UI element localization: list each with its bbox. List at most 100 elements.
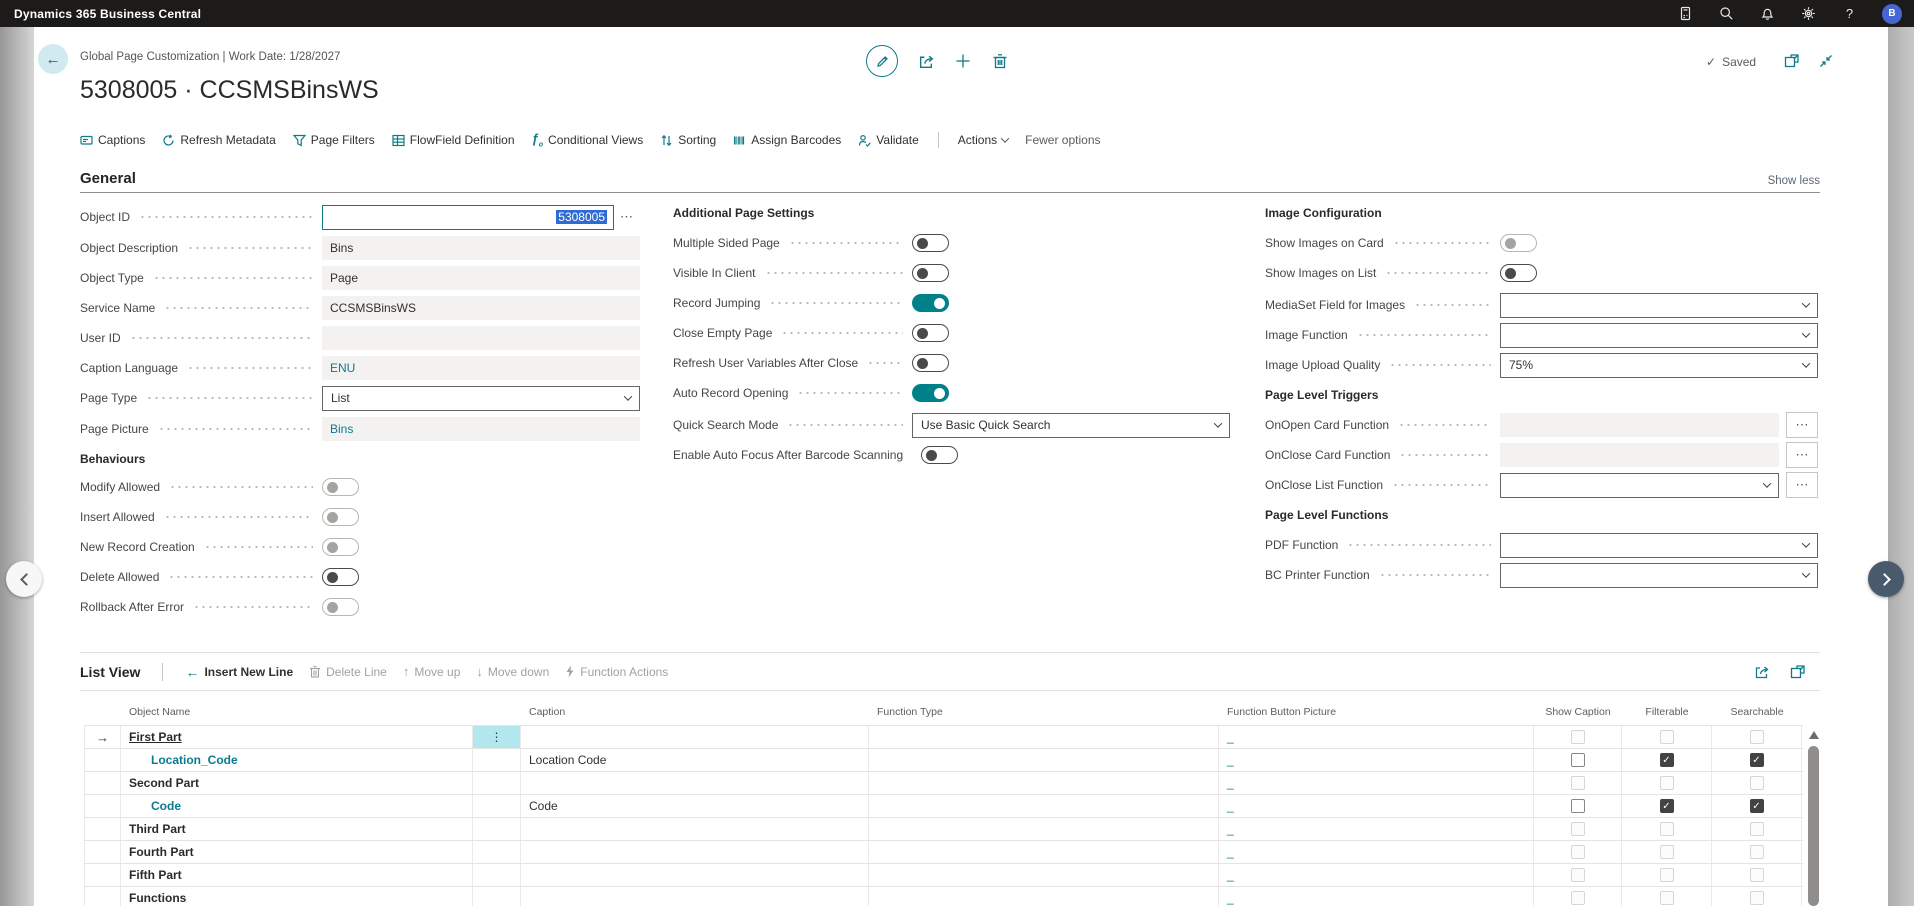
object-name-link[interactable]: Second Part xyxy=(129,776,199,790)
row-options-button[interactable]: ⋮ xyxy=(491,730,503,744)
function-button-picture-link[interactable]: _ xyxy=(1219,772,1534,794)
object-name-link[interactable]: Location_Code xyxy=(129,753,238,767)
new-record-button[interactable] xyxy=(955,53,972,70)
column-header-show-caption[interactable]: Show Caption xyxy=(1534,706,1622,718)
action-conditional-views[interactable]: ƒoConditional Views xyxy=(532,131,644,149)
previous-record-button[interactable] xyxy=(6,561,42,597)
column-header-function-type[interactable]: Function Type xyxy=(869,706,1219,718)
show-caption-checkbox[interactable] xyxy=(1571,868,1585,882)
show-caption-checkbox[interactable] xyxy=(1571,891,1585,905)
search-icon[interactable] xyxy=(1718,5,1735,22)
object-name-link[interactable]: Functions xyxy=(129,891,186,905)
caption-cell[interactable] xyxy=(521,841,869,863)
caption-cell[interactable] xyxy=(521,864,869,886)
function-button-picture-link[interactable]: _ xyxy=(1219,841,1534,863)
column-header-searchable[interactable]: Searchable xyxy=(1712,706,1802,718)
searchable-checkbox[interactable] xyxy=(1750,753,1764,767)
column-header-function-button-picture[interactable]: Function Button Picture xyxy=(1219,706,1534,718)
settings-gear-icon[interactable] xyxy=(1800,5,1817,22)
object-name-link[interactable]: Third Part xyxy=(129,822,186,836)
modify-allowed-toggle[interactable] xyxy=(322,478,359,496)
move-down-button[interactable]: ↓Move down xyxy=(476,665,549,679)
object-id-assist-edit-button[interactable]: ⋯ xyxy=(614,209,640,225)
show-images-on-card-toggle[interactable] xyxy=(1500,234,1537,252)
close-empty-page-toggle[interactable] xyxy=(912,324,949,342)
multiple-sided-page-toggle[interactable] xyxy=(912,234,949,252)
action-sorting[interactable]: Sorting xyxy=(660,133,716,147)
scroll-up-arrow[interactable] xyxy=(1809,731,1819,739)
scrollbar-thumb[interactable] xyxy=(1808,746,1819,906)
auto-record-opening-toggle[interactable] xyxy=(912,384,949,402)
record-jumping-toggle[interactable] xyxy=(912,294,949,312)
caption-cell[interactable] xyxy=(521,772,869,794)
show-caption-checkbox[interactable] xyxy=(1571,753,1585,767)
share-button[interactable] xyxy=(918,53,935,70)
bc-printer-function-combobox[interactable] xyxy=(1500,563,1818,588)
searchable-checkbox[interactable] xyxy=(1750,891,1764,905)
insert-allowed-toggle[interactable] xyxy=(322,508,359,526)
delete-allowed-toggle[interactable] xyxy=(322,568,359,586)
function-type-cell[interactable] xyxy=(869,726,1219,748)
function-type-cell[interactable] xyxy=(869,818,1219,840)
function-type-cell[interactable] xyxy=(869,795,1219,817)
action-actions-menu[interactable]: Actions xyxy=(958,133,1008,147)
show-caption-checkbox[interactable] xyxy=(1571,776,1585,790)
function-type-cell[interactable] xyxy=(869,841,1219,863)
function-button-picture-link[interactable]: _ xyxy=(1219,864,1534,886)
object-name-link[interactable]: First Part xyxy=(129,730,182,744)
searchable-checkbox[interactable] xyxy=(1750,868,1764,882)
caption-cell[interactable] xyxy=(521,887,869,906)
show-caption-checkbox[interactable] xyxy=(1571,822,1585,836)
new-record-creation-toggle[interactable] xyxy=(322,538,359,556)
searchable-checkbox[interactable] xyxy=(1750,776,1764,790)
action-page-filters[interactable]: Page Filters xyxy=(293,133,375,147)
dynamics-pages-icon[interactable] xyxy=(1677,5,1694,22)
show-caption-checkbox[interactable] xyxy=(1571,730,1585,744)
mediaset-combobox[interactable] xyxy=(1500,293,1818,318)
action-assign-barcodes[interactable]: Assign Barcodes xyxy=(733,133,841,147)
function-type-cell[interactable] xyxy=(869,772,1219,794)
back-button[interactable]: ← xyxy=(38,44,68,74)
show-less-link[interactable]: Show less xyxy=(1768,175,1820,187)
help-icon[interactable]: ? xyxy=(1841,5,1858,22)
show-caption-checkbox[interactable] xyxy=(1571,799,1585,813)
filterable-checkbox[interactable] xyxy=(1660,753,1674,767)
auto-focus-barcode-toggle[interactable] xyxy=(921,446,958,464)
caption-cell[interactable] xyxy=(521,726,869,748)
table-scrollbar[interactable] xyxy=(1806,731,1821,906)
filterable-checkbox[interactable] xyxy=(1660,776,1674,790)
image-upload-quality-combobox[interactable]: 75% xyxy=(1500,353,1818,378)
collapse-view-button[interactable] xyxy=(1818,53,1835,70)
next-record-button[interactable] xyxy=(1868,561,1904,597)
function-actions-button[interactable]: Function Actions xyxy=(565,665,668,679)
object-name-link[interactable]: Fifth Part xyxy=(129,868,182,882)
filterable-checkbox[interactable] xyxy=(1660,868,1674,882)
share-icon[interactable] xyxy=(1754,664,1770,680)
quick-search-mode-combobox[interactable]: Use Basic Quick Search xyxy=(912,413,1230,438)
visible-in-client-toggle[interactable] xyxy=(912,264,949,282)
column-header-filterable[interactable]: Filterable xyxy=(1622,706,1712,718)
page-picture-value[interactable]: Bins xyxy=(322,417,640,441)
function-type-cell[interactable] xyxy=(869,864,1219,886)
filterable-checkbox[interactable] xyxy=(1660,845,1674,859)
notifications-bell-icon[interactable] xyxy=(1759,5,1776,22)
caption-cell[interactable]: Code xyxy=(521,795,869,817)
searchable-checkbox[interactable] xyxy=(1750,845,1764,859)
function-button-picture-link[interactable]: _ xyxy=(1219,795,1534,817)
object-name-link[interactable]: Fourth Part xyxy=(129,845,194,859)
searchable-checkbox[interactable] xyxy=(1750,730,1764,744)
function-type-cell[interactable] xyxy=(869,749,1219,771)
onclose-card-assist-edit-button[interactable]: ⋯ xyxy=(1786,442,1818,468)
function-button-picture-link[interactable]: _ xyxy=(1219,749,1534,771)
object-name-link[interactable]: Code xyxy=(129,799,181,813)
filterable-checkbox[interactable] xyxy=(1660,822,1674,836)
image-function-combobox[interactable] xyxy=(1500,323,1818,348)
move-up-button[interactable]: ↑Move up xyxy=(403,665,461,679)
rollback-after-error-toggle[interactable] xyxy=(322,598,359,616)
delete-record-button[interactable] xyxy=(992,53,1009,70)
caption-cell[interactable] xyxy=(521,818,869,840)
action-flowfield-definition[interactable]: FlowField Definition xyxy=(392,133,515,147)
action-refresh-metadata[interactable]: Refresh Metadata xyxy=(162,133,275,147)
open-in-new-icon[interactable] xyxy=(1790,664,1806,680)
onopen-assist-edit-button[interactable]: ⋯ xyxy=(1786,412,1818,438)
